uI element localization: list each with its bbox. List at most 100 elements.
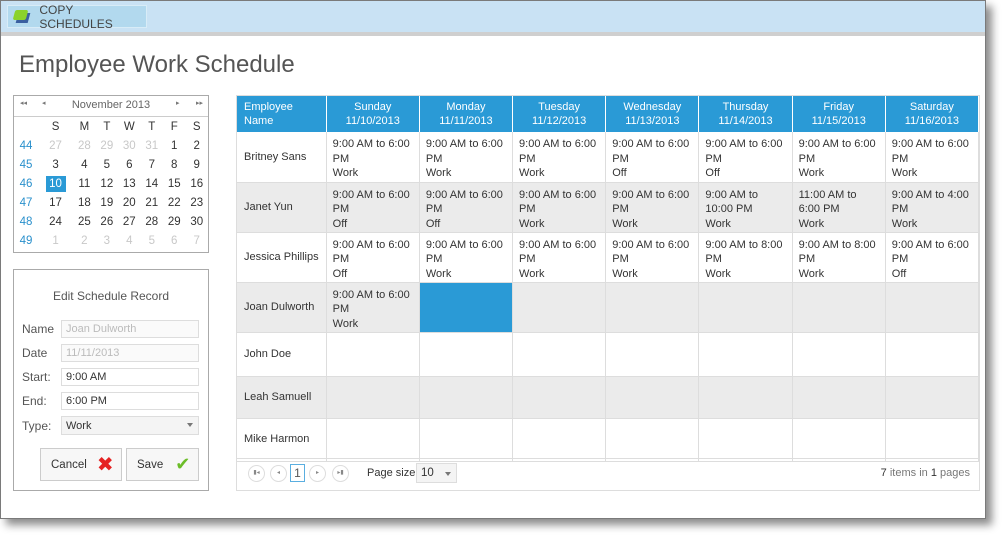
calendar-day[interactable]: 3 [38,155,73,174]
schedule-cell[interactable] [605,376,700,419]
schedule-cell[interactable] [698,418,793,462]
schedule-cell[interactable] [792,418,886,462]
schedule-cell[interactable] [419,282,514,333]
page-size-select[interactable]: 10 [416,463,457,483]
schedule-cell[interactable]: 9:00 AM to 6:00 PM Work [792,132,886,183]
schedule-cell[interactable] [885,418,980,462]
schedule-cell[interactable] [792,376,886,419]
calendar-day[interactable]: 1 [38,231,73,250]
end-field[interactable] [61,392,199,410]
schedule-cell[interactable]: 9:00 AM to 6:00 PM Work [885,132,980,183]
schedule-cell[interactable]: 9:00 AM to 8:00 PM Work [698,232,793,283]
calendar-day[interactable]: 17 [38,193,73,212]
schedule-cell[interactable]: 9:00 AM to 6:00 PM Off [605,132,700,183]
schedule-cell[interactable] [605,282,700,333]
calendar-day[interactable]: 21 [141,193,163,212]
calendar-day[interactable]: 29 [163,212,185,231]
type-select[interactable]: Work [61,416,199,435]
calendar-day[interactable]: 28 [73,136,95,155]
date-field[interactable] [61,344,199,362]
last-page-icon[interactable]: ▸▮ [332,465,349,482]
schedule-cell[interactable]: 9:00 AM to 8:00 PM Work [792,232,886,283]
calendar-day[interactable]: 5 [96,155,118,174]
calendar-day[interactable]: 27 [118,212,140,231]
calendar-day[interactable]: 23 [185,193,208,212]
schedule-cell[interactable]: 9:00 AM to 6:00 PM Work [419,132,514,183]
next-page-icon[interactable]: ▸ [309,465,326,482]
calendar-day[interactable]: 16 [185,174,208,193]
calendar-day[interactable]: 9 [185,155,208,174]
schedule-cell[interactable]: 9:00 AM to 6:00 PM Work [326,282,420,333]
calendar-day[interactable]: 10 [38,174,73,193]
calendar-day[interactable]: 1 [163,136,185,155]
schedule-cell[interactable]: 9:00 AM to 6:00 PM Work [326,132,420,183]
save-button[interactable]: Save ✔ [126,448,199,481]
schedule-cell[interactable] [792,332,886,377]
schedule-cell[interactable] [419,418,514,462]
calendar-day[interactable]: 4 [73,155,95,174]
calendar-day[interactable]: 11 [73,174,95,193]
schedule-cell[interactable] [326,332,420,377]
calendar-day[interactable]: 4 [118,231,140,250]
calendar-day[interactable]: 28 [141,212,163,231]
calendar-day[interactable]: 13 [118,174,140,193]
calendar-day[interactable]: 6 [163,231,185,250]
schedule-cell[interactable]: 9:00 AM to 6:00 PM Work [605,232,700,283]
schedule-cell[interactable]: 9:00 AM to 6:00 PM Work [512,132,607,183]
schedule-cell[interactable]: 11:00 AM to 6:00 PM Work [792,182,886,233]
prev-page-icon[interactable]: ◂ [270,465,287,482]
start-field[interactable] [61,368,199,386]
schedule-cell[interactable]: 9:00 AM to 6:00 PM Work [605,182,700,233]
calendar-day[interactable]: 20 [118,193,140,212]
calendar-day[interactable]: 27 [38,136,73,155]
calendar-day[interactable]: 2 [185,136,208,155]
schedule-cell[interactable] [512,332,607,377]
calendar-day[interactable]: 22 [163,193,185,212]
calendar-day[interactable]: 14 [141,174,163,193]
calendar-day[interactable]: 24 [38,212,73,231]
schedule-cell[interactable]: 9:00 AM to 6:00 PM Off [326,232,420,283]
calendar-day[interactable]: 18 [73,193,95,212]
schedule-cell[interactable]: 9:00 AM to 6:00 PM Work [512,182,607,233]
schedule-cell[interactable] [419,376,514,419]
name-field[interactable] [61,320,199,338]
calendar-day[interactable]: 3 [96,231,118,250]
schedule-cell[interactable] [326,376,420,419]
current-page[interactable]: 1 [290,464,305,482]
calendar-day[interactable]: 31 [141,136,163,155]
schedule-cell[interactable]: 9:00 AM to 6:00 PM Work [512,232,607,283]
schedule-cell[interactable] [698,332,793,377]
schedule-cell[interactable] [698,282,793,333]
calendar-day[interactable]: 19 [96,193,118,212]
calendar-day[interactable]: 5 [141,231,163,250]
schedule-cell[interactable] [698,376,793,419]
schedule-cell[interactable] [419,332,514,377]
calendar-day[interactable]: 26 [96,212,118,231]
calendar-day[interactable]: 25 [73,212,95,231]
schedule-cell[interactable]: 9:00 AM to 6:00 PM Off [885,232,980,283]
calendar-day[interactable]: 8 [163,155,185,174]
calendar-day[interactable]: 29 [96,136,118,155]
copy-schedules-button[interactable]: COPY SCHEDULES [7,3,147,31]
schedule-cell[interactable] [326,418,420,462]
schedule-cell[interactable]: 9:00 AM to 6:00 PM Off [419,182,514,233]
next-month-icon[interactable]: ▸ [176,99,180,107]
calendar-day[interactable]: 2 [73,231,95,250]
schedule-cell[interactable] [605,332,700,377]
schedule-cell[interactable] [512,418,607,462]
schedule-cell[interactable] [885,282,980,333]
schedule-cell[interactable] [512,282,607,333]
calendar-day[interactable]: 6 [118,155,140,174]
cancel-button[interactable]: Cancel ✖ [40,448,122,481]
schedule-cell[interactable] [792,282,886,333]
first-page-icon[interactable]: ▮◂ [248,465,265,482]
schedule-cell[interactable]: 9:00 AM to 6:00 PM Off [698,132,793,183]
next-year-icon[interactable]: ▸▸ [196,99,203,107]
calendar-day[interactable]: 15 [163,174,185,193]
calendar-day[interactable]: 7 [185,231,208,250]
calendar-day[interactable]: 7 [141,155,163,174]
schedule-cell[interactable]: 9:00 AM to 4:00 PM Work [885,182,980,233]
calendar-day[interactable]: 30 [118,136,140,155]
schedule-cell[interactable] [885,376,980,419]
schedule-cell[interactable]: 9:00 AM to 6:00 PM Off [326,182,420,233]
